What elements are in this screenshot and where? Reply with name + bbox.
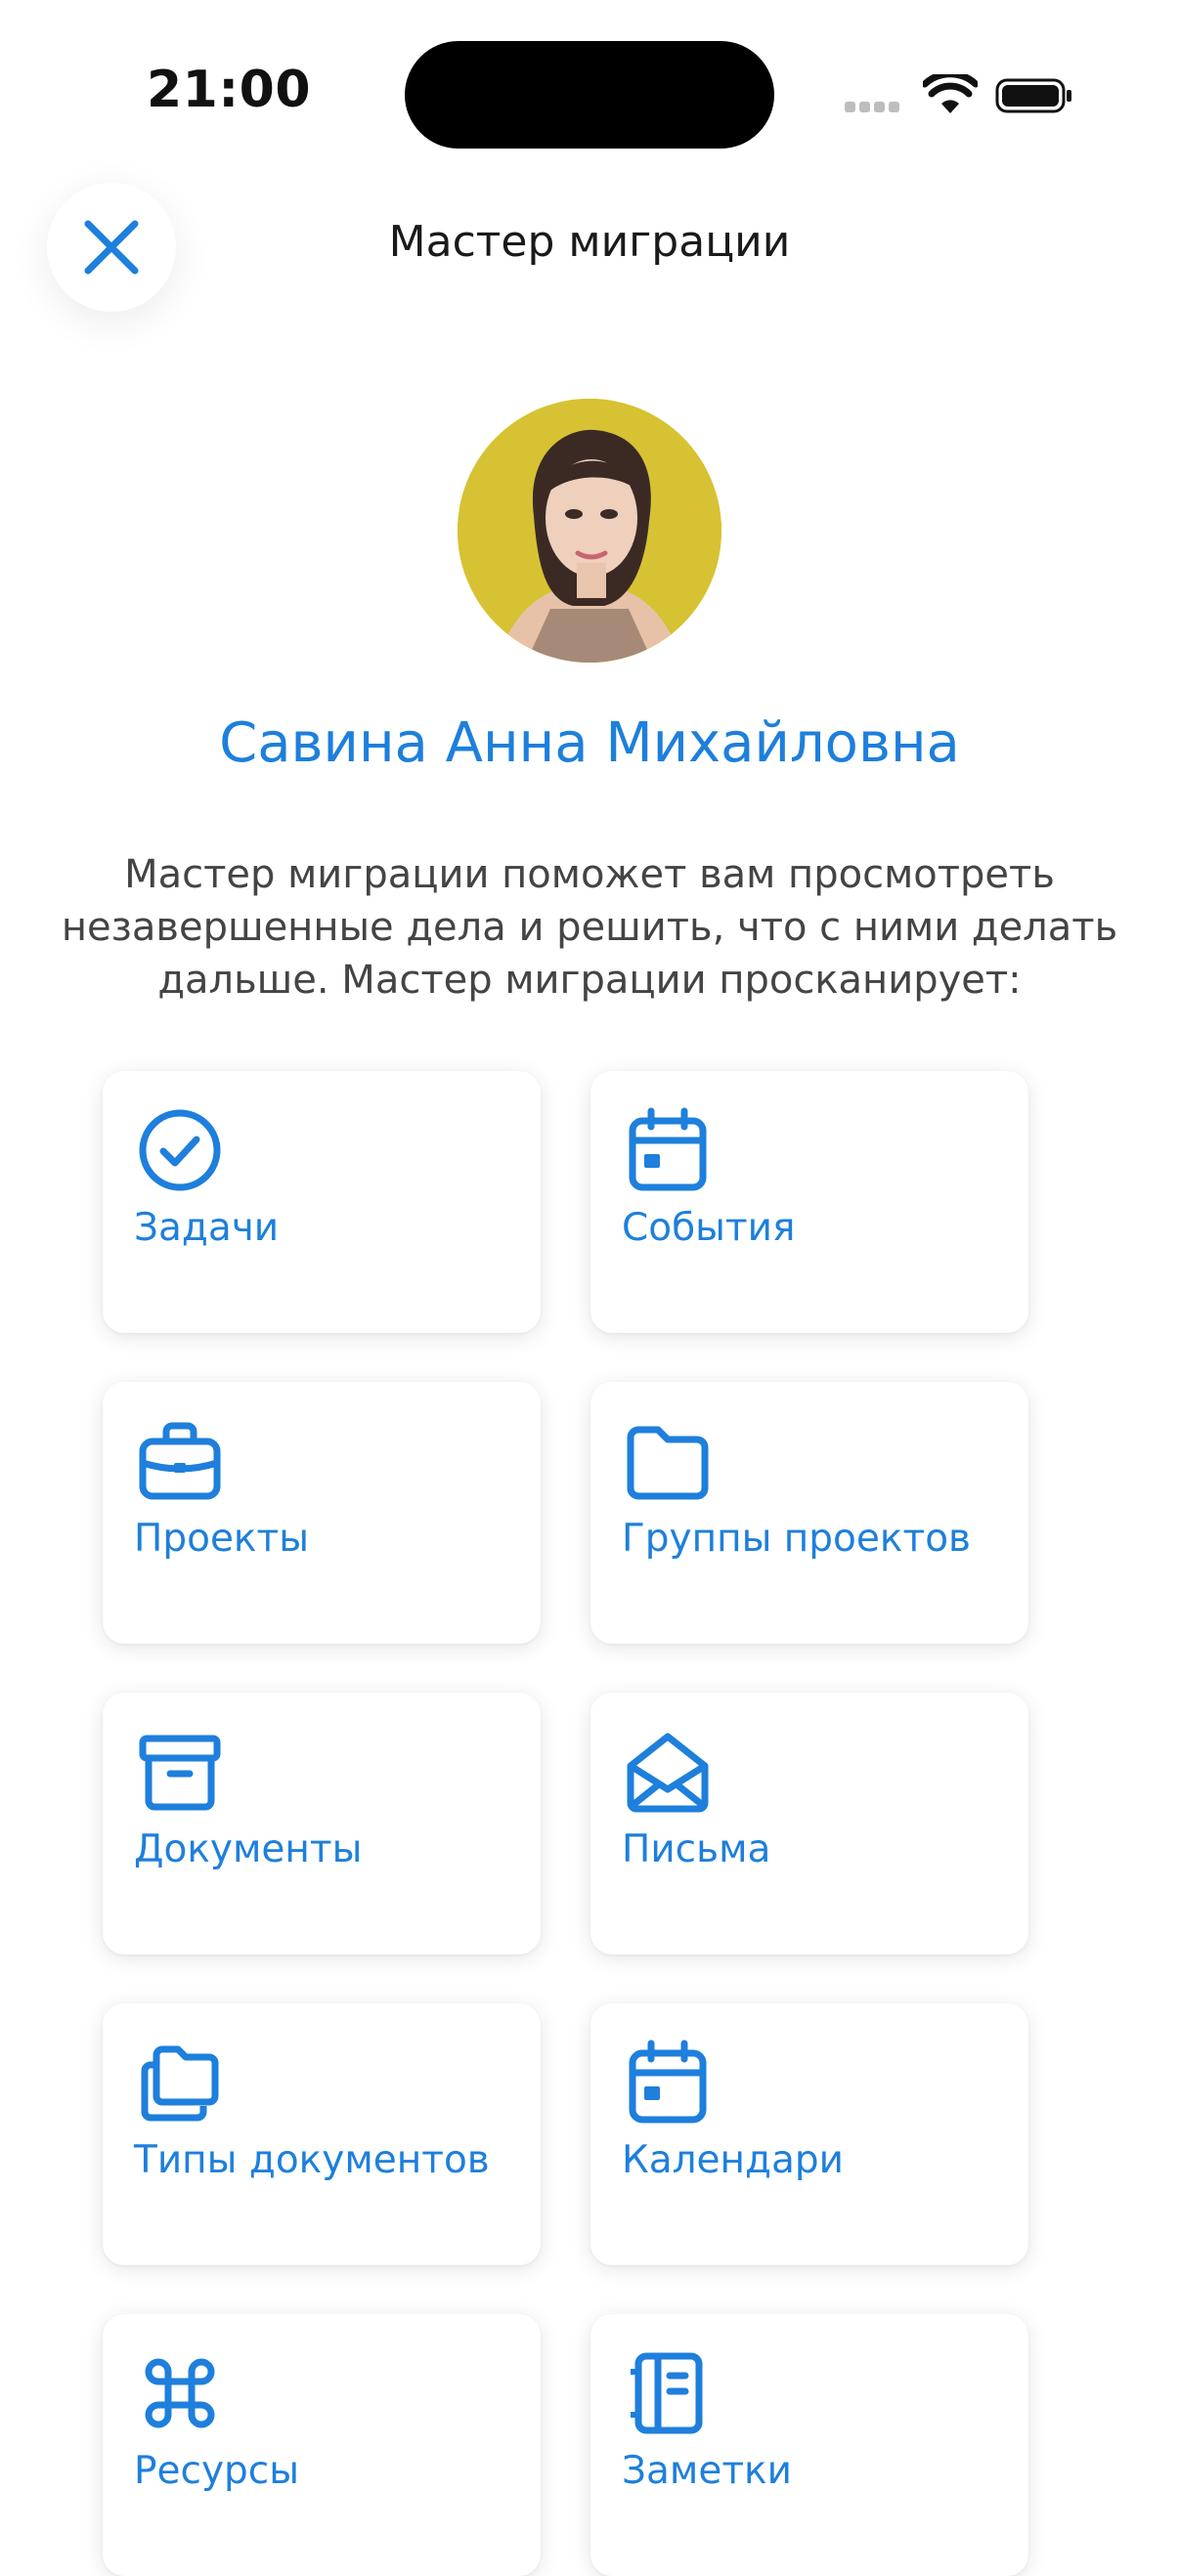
intro-text: Мастер миграции поможет вам просмотреть …	[61, 852, 1118, 1003]
check-circle-icon	[136, 1106, 224, 1194]
status-bar: 21:00	[0, 0, 1179, 186]
calendar-icon	[624, 2039, 712, 2126]
calendar-icon	[624, 1106, 712, 1194]
category-card-events[interactable]: События	[590, 1071, 1028, 1333]
category-label: Ресурсы	[134, 2449, 300, 2493]
page-title: Мастер миграции	[388, 217, 791, 267]
category-card-letters[interactable]: Письма	[590, 1693, 1028, 1954]
category-label: Проекты	[134, 1517, 310, 1561]
battery-icon	[995, 78, 1071, 113]
status-time: 21:00	[147, 61, 312, 119]
category-card-documents[interactable]: Документы	[103, 1693, 541, 1954]
category-label: Календари	[622, 2138, 844, 2182]
archive-box-icon	[136, 1728, 224, 1816]
notebook-icon	[624, 2349, 712, 2437]
category-label: Группы проектов	[622, 1517, 972, 1561]
category-label: Письма	[622, 1827, 771, 1871]
category-label: Задачи	[134, 1206, 280, 1250]
open-envelope-icon	[624, 1728, 712, 1816]
category-card-projects[interactable]: Проекты	[103, 1382, 541, 1644]
category-card-resources[interactable]: Ресурсы	[103, 2314, 541, 2576]
category-label: Документы	[134, 1827, 363, 1871]
category-card-document-types[interactable]: Типы документов	[103, 2003, 541, 2265]
command-icon	[136, 2349, 224, 2437]
category-label: События	[622, 1206, 796, 1250]
category-card-tasks[interactable]: Задачи	[103, 1071, 541, 1333]
category-card-calendars[interactable]: Календари	[590, 2003, 1028, 2265]
category-label: Заметки	[622, 2449, 792, 2493]
category-label: Типы документов	[134, 2138, 490, 2182]
folder-icon	[624, 1417, 712, 1505]
user-name: Савина Анна Михайловна	[219, 711, 960, 775]
folders-stack-icon	[136, 2039, 224, 2126]
cellular-signal-icon	[845, 98, 905, 112]
wifi-icon	[923, 74, 978, 113]
avatar	[458, 399, 721, 663]
category-card-notes[interactable]: Заметки	[590, 2314, 1028, 2576]
category-card-project-groups[interactable]: Группы проектов	[590, 1382, 1028, 1644]
dynamic-island	[405, 41, 774, 149]
briefcase-icon	[136, 1417, 224, 1505]
